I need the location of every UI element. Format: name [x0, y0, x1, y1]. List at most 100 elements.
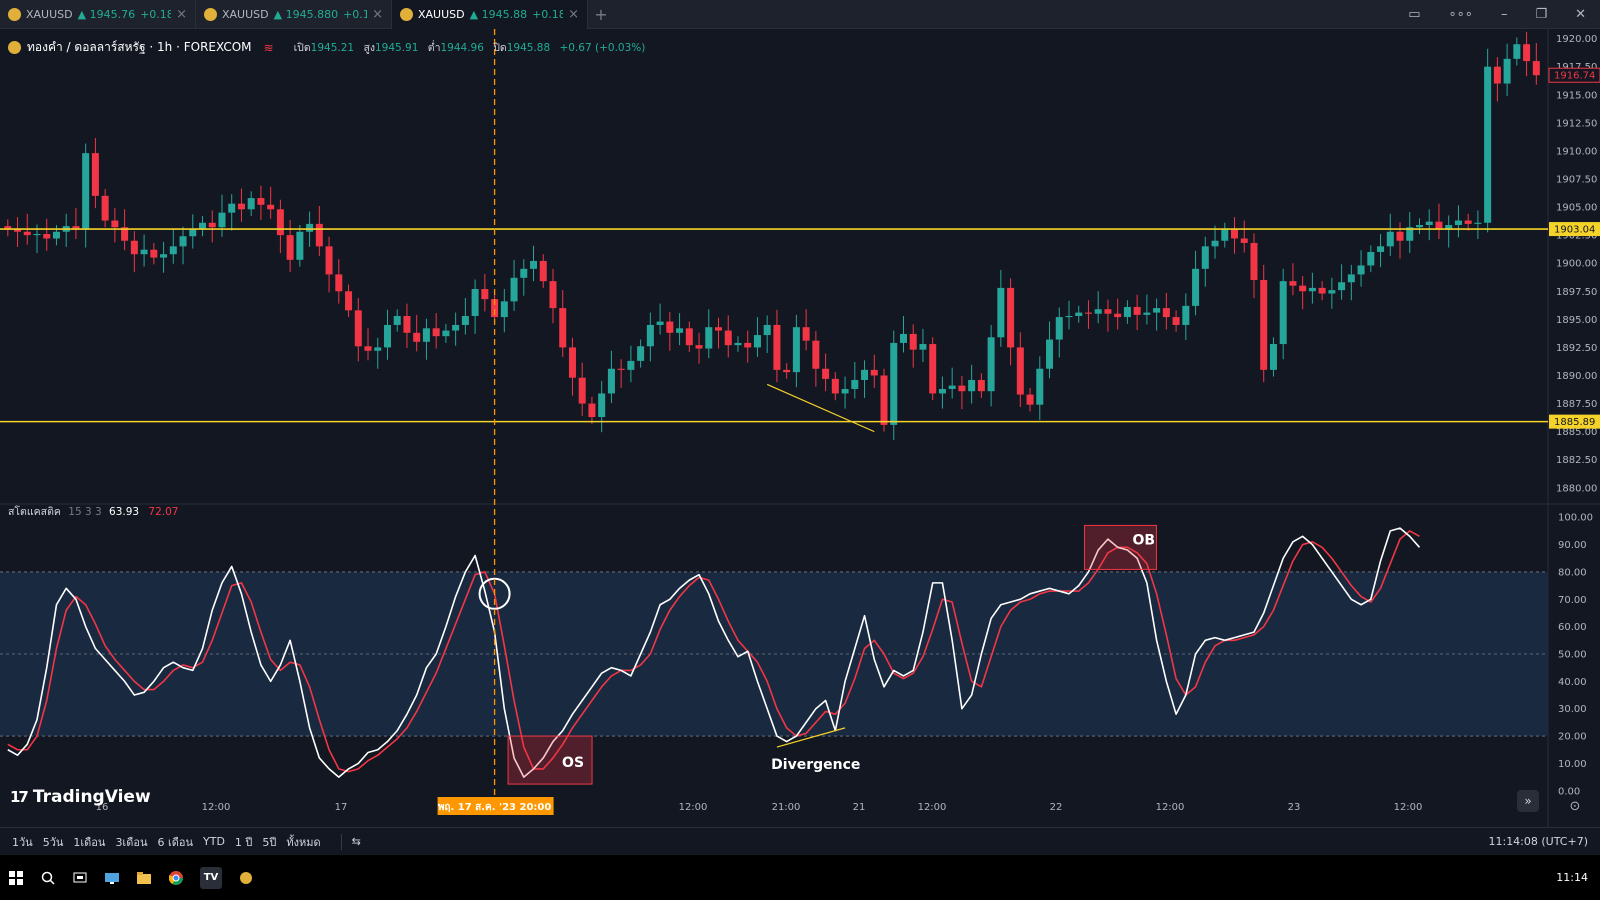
chrome-icon[interactable]	[168, 870, 184, 886]
candle-body	[286, 235, 294, 260]
candle-body	[1026, 394, 1034, 405]
candle-body	[461, 315, 469, 325]
range-5y[interactable]: 5ปี	[262, 833, 276, 851]
candle-body	[1250, 242, 1258, 281]
desktop-icon[interactable]	[104, 870, 120, 886]
taskbar-time: 11:14	[1556, 871, 1588, 884]
tab-price: ▲ 1945.76	[77, 7, 136, 21]
gold-coin-icon	[8, 41, 21, 54]
tradingview-logo[interactable]: 17 TradingView	[10, 787, 151, 807]
candle-body	[1513, 44, 1521, 59]
candle-body	[909, 333, 917, 350]
task-view-icon[interactable]	[72, 870, 88, 886]
candle-body	[1094, 309, 1102, 314]
wave-icon[interactable]: ≋	[264, 41, 274, 55]
stoch-tick-label: 10.00	[1558, 759, 1587, 770]
symbol-header: ทองคำ / ดอลลาร์สหรัฐ · 1h · FOREXCOM ≋ เ…	[8, 38, 651, 57]
time-tick-label: 21	[853, 802, 866, 813]
date-range-icon[interactable]: ⇆	[352, 835, 361, 848]
candle-body	[179, 236, 187, 247]
candle-body	[1386, 231, 1394, 247]
candle-body	[364, 346, 372, 351]
candle-body	[413, 332, 421, 342]
range-ytd[interactable]: YTD	[203, 835, 225, 848]
candle-body	[549, 281, 557, 309]
stoch-tick-label: 20.00	[1558, 732, 1587, 743]
range-6m[interactable]: 6 เดือน	[157, 833, 193, 851]
candle-body	[919, 344, 927, 350]
candle-body	[997, 287, 1005, 338]
low-value: 1944.96	[440, 42, 484, 54]
price-tick-label: 1907.50	[1556, 174, 1597, 185]
open-label: เปิด	[293, 42, 311, 54]
symbol-title[interactable]: ทองคำ / ดอลลาร์สหรัฐ · 1h · FOREXCOM	[27, 38, 252, 57]
time-tick-label: 17	[335, 802, 348, 813]
candle-body	[578, 377, 586, 404]
candle-body	[189, 229, 197, 237]
candle-body	[354, 310, 362, 347]
change-value: +0.67 (+0.03%)	[559, 42, 646, 54]
candle-body	[1328, 290, 1336, 294]
candle-body	[393, 315, 401, 325]
candle-body	[1338, 282, 1346, 291]
range-all[interactable]: ทั้งหมด	[286, 833, 320, 851]
gold-app-icon[interactable]	[238, 870, 254, 886]
close-icon[interactable]: ×	[568, 7, 579, 22]
candle-body	[23, 231, 31, 236]
windows-start-icon[interactable]	[8, 870, 24, 886]
candle-body	[977, 379, 985, 392]
close-label: ปิด	[493, 42, 507, 54]
tab-symbol: XAUUSD	[222, 7, 269, 21]
stoch-tick-label: 60.00	[1558, 622, 1587, 633]
range-3m[interactable]: 3เดือน	[115, 833, 147, 851]
range-1y[interactable]: 1 ปี	[235, 833, 252, 851]
minimize-icon[interactable]: –	[1501, 7, 1508, 22]
candle-body	[646, 324, 654, 347]
candle-body	[91, 153, 99, 196]
close-icon[interactable]: ×	[176, 7, 187, 22]
add-tab-button[interactable]: +	[588, 5, 614, 24]
range-1m[interactable]: 1เดือน	[73, 833, 105, 851]
high-label: สูง	[363, 42, 375, 54]
candle-body	[530, 260, 538, 269]
clock[interactable]: 11:14:08 (UTC+7)	[1488, 835, 1588, 848]
tradingview-app-icon[interactable]: TV	[200, 866, 222, 889]
tab-xauusd-2[interactable]: XAUUSD ▲ 1945.880 +0.18 ×	[196, 0, 392, 29]
layout-icon[interactable]: ▭	[1408, 7, 1420, 22]
candle-body	[520, 268, 528, 278]
candle-body	[938, 388, 946, 394]
tab-xauusd-3[interactable]: XAUUSD ▲ 1945.88 +0.18% ×	[392, 0, 588, 29]
low-label: ต่ำ	[427, 42, 441, 54]
candle-body	[968, 379, 976, 392]
indicator-header[interactable]: สโตแคสติค 15 3 3 63.93 72.07	[8, 503, 178, 520]
candle-body	[52, 231, 60, 239]
more-icon[interactable]: ∘∘∘	[1449, 7, 1473, 22]
search-icon[interactable]	[40, 870, 56, 886]
candle-body	[1007, 287, 1015, 348]
price-tick-label: 1920.00	[1556, 34, 1597, 45]
price-tick-label: 1900.00	[1556, 259, 1597, 270]
price-tick-label: 1887.50	[1556, 399, 1597, 410]
price-tick-label: 1890.00	[1556, 371, 1597, 382]
time-tick-label: 12:00	[202, 802, 231, 813]
maximize-icon[interactable]: ❐	[1535, 7, 1547, 22]
expand-button[interactable]: »	[1517, 790, 1539, 812]
candle-body	[822, 368, 830, 379]
candle-body	[315, 223, 323, 247]
tab-bar: XAUUSD ▲ 1945.76 +0.18% × XAUUSD ▲ 1945.…	[0, 0, 1600, 29]
candle-body	[617, 368, 625, 370]
candle-body	[403, 315, 411, 333]
close-icon[interactable]: ×	[372, 7, 383, 22]
time-tick-label: 12:00	[918, 802, 947, 813]
tab-xauusd-1[interactable]: XAUUSD ▲ 1945.76 +0.18% ×	[0, 0, 196, 29]
candle-body	[1240, 238, 1248, 243]
file-explorer-icon[interactable]	[136, 870, 152, 886]
candle-body	[1523, 44, 1531, 62]
range-1d[interactable]: 1วัน	[12, 833, 33, 851]
close-window-icon[interactable]: ✕	[1575, 7, 1586, 22]
candle-body	[296, 231, 304, 260]
range-5d[interactable]: 5วัน	[43, 833, 64, 851]
candle-body	[1153, 308, 1161, 313]
stoch-tick-label: 90.00	[1558, 540, 1587, 551]
chart-area[interactable]: OB OS Divergence 1880.00 1882.50 1885.00 1887.…	[0, 29, 1600, 827]
